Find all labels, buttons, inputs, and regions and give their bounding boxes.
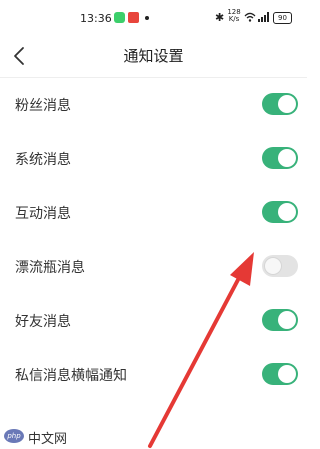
- setting-label: 漂流瓶消息: [15, 260, 85, 276]
- network-speed: 128 K/s: [227, 8, 241, 23]
- app-notification-icon: [114, 12, 125, 23]
- status-bar: 13:36 ✱ 128 K/s 90: [0, 0, 307, 36]
- friends-message-toggle[interactable]: [262, 309, 298, 331]
- header-divider: [0, 77, 307, 78]
- setting-row-fans: 粉丝消息: [0, 84, 307, 124]
- drift-bottle-message-toggle[interactable]: [262, 255, 298, 277]
- setting-row-drift-bottle: 漂流瓶消息: [0, 246, 307, 286]
- setting-label: 好友消息: [15, 314, 71, 330]
- watermark-text: 中文网: [28, 432, 68, 447]
- page-title: 通知设置: [123, 47, 184, 65]
- setting-label: 私信消息横幅通知: [15, 368, 127, 384]
- toggle-knob: [278, 95, 296, 113]
- header-bar: 通知设置: [0, 36, 307, 76]
- signal-icon: [258, 12, 269, 22]
- app-notification-icon: [128, 12, 139, 23]
- battery-icon: 90: [273, 12, 292, 24]
- interaction-message-toggle[interactable]: [262, 201, 298, 223]
- setting-label: 粉丝消息: [15, 98, 71, 114]
- toggle-knob: [278, 203, 296, 221]
- wifi-icon: [244, 12, 256, 22]
- status-time: 13:36: [80, 12, 112, 25]
- toggle-knob: [278, 311, 296, 329]
- fans-message-toggle[interactable]: [262, 93, 298, 115]
- setting-row-interaction: 互动消息: [0, 192, 307, 232]
- dm-banner-notification-toggle[interactable]: [262, 363, 298, 385]
- watermark-logo: php: [4, 429, 24, 443]
- toggle-knob: [278, 149, 296, 167]
- setting-row-dm-banner: 私信消息横幅通知: [0, 354, 307, 394]
- system-message-toggle[interactable]: [262, 147, 298, 169]
- toggle-knob: [278, 365, 296, 383]
- setting-row-system: 系统消息: [0, 138, 307, 178]
- setting-label: 互动消息: [15, 206, 71, 222]
- setting-label: 系统消息: [15, 152, 71, 168]
- bluetooth-icon: ✱: [215, 11, 225, 24]
- more-notifications-icon: [145, 16, 149, 20]
- toggle-knob: [264, 257, 282, 275]
- setting-row-friends: 好友消息: [0, 300, 307, 340]
